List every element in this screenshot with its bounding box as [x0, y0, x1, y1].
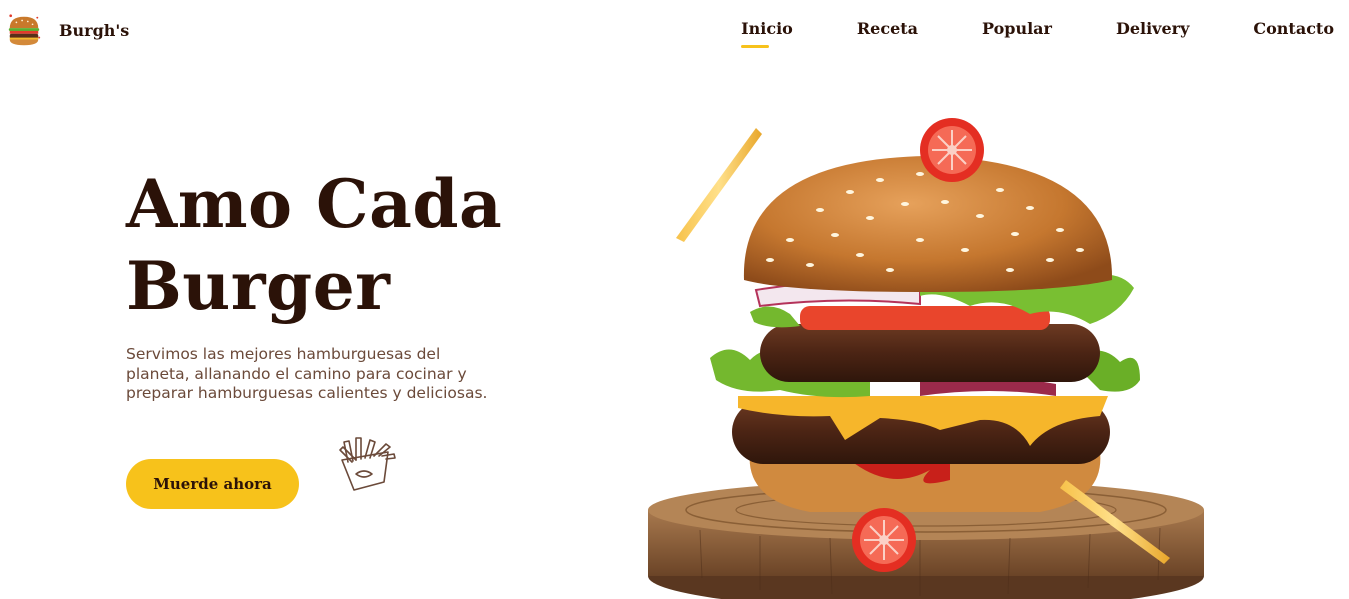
hero-title: Amo Cada Burger [126, 163, 502, 327]
nav-link-receta[interactable]: Receta [857, 19, 918, 44]
hero-title-line-1: Amo Cada [126, 165, 503, 243]
fries-doodle-icon [339, 437, 396, 491]
nav-link-contacto[interactable]: Contacto [1253, 19, 1334, 44]
tomato-slice-icon [852, 508, 916, 572]
brand-name: Burgh's [59, 20, 130, 40]
brand-logo[interactable]: Burgh's [5, 11, 129, 49]
french-fry-icon [676, 128, 762, 242]
site-header: Burgh's Inicio Receta Popular Delivery C… [0, 0, 1349, 62]
burger-illustration [648, 118, 1204, 599]
nav-link-inicio[interactable]: Inicio [741, 19, 793, 48]
main-nav: Inicio Receta Popular Delivery Contacto [677, 19, 1334, 48]
tomato-slice-icon [920, 118, 984, 182]
nav-link-popular[interactable]: Popular [982, 19, 1052, 44]
hero-title-line-2: Burger [126, 247, 391, 325]
hero-description: Servimos las mejores hamburguesas del pl… [126, 345, 488, 402]
burger-icon [8, 14, 41, 46]
bite-now-button[interactable]: Muerde ahora [126, 459, 299, 509]
nav-link-delivery[interactable]: Delivery [1116, 19, 1189, 44]
